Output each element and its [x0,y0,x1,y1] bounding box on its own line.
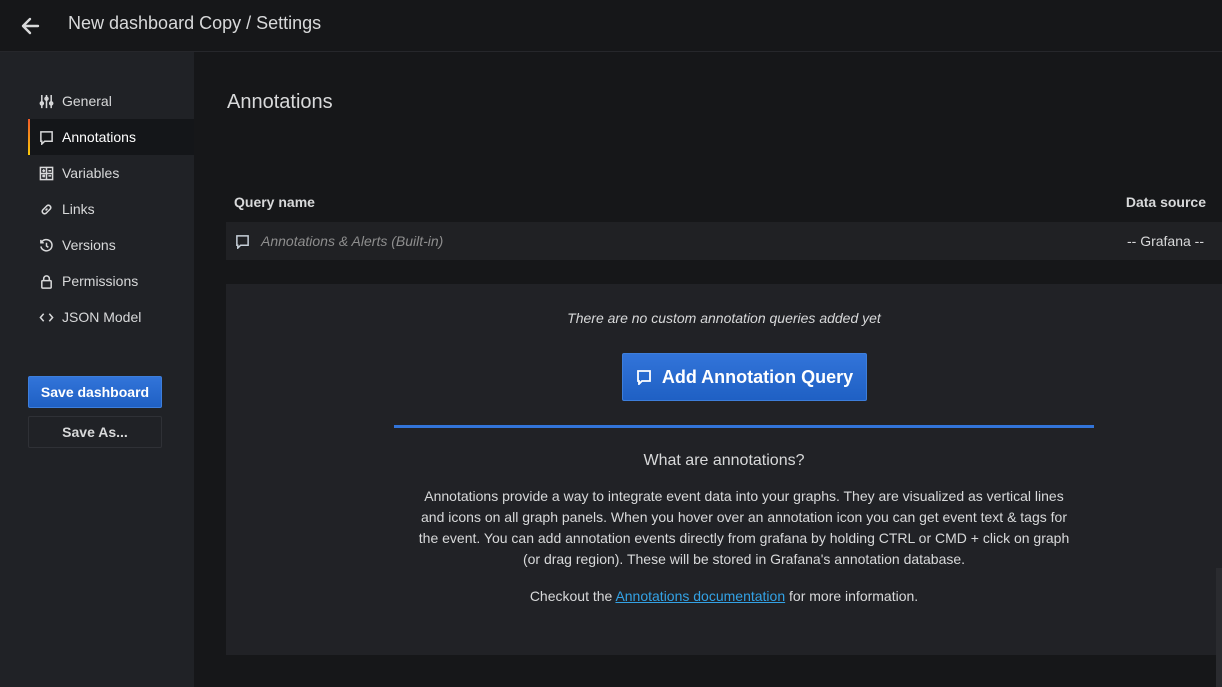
sidebar-item-versions[interactable]: Versions [28,227,194,263]
page-title: Annotations [227,91,333,113]
sliders-icon [38,93,54,109]
sidebar-item-label: Variables [62,165,120,181]
back-button[interactable] [0,0,60,52]
help-more-prefix: Checkout the [529,588,616,604]
save-as-button[interactable]: Save As... [28,416,162,448]
main-content: Annotations Query name Data source Annot… [194,52,1222,687]
query-name: Annotations & Alerts (Built-in) [261,233,444,249]
sidebar-item-label: General [62,93,112,109]
settings-sidebar: General Annotations Variables Links Vers… [0,52,194,687]
comment-icon [38,129,54,145]
arrow-left-icon [21,17,40,34]
sidebar-item-annotations[interactable]: Annotations [28,119,194,155]
sidebar-item-permissions[interactable]: Permissions [28,263,194,299]
comment-icon [636,370,651,385]
table-row[interactable]: Annotations & Alerts (Built-in) -- Grafa… [226,222,1222,260]
column-header-data-source: Data source [1125,194,1206,210]
column-header-query-name: Query name [234,194,315,210]
help-text: Annotations provide a way to integrate e… [418,488,1070,567]
history-icon [38,237,54,253]
annotations-documentation-link[interactable]: Annotations documentation [615,588,785,604]
top-bar: New dashboard Copy / Settings [0,0,1222,52]
sidebar-item-label: Annotations [62,129,136,145]
sidebar-item-label: JSON Model [62,309,142,325]
comment-icon [236,234,249,249]
calculator-icon [38,165,54,181]
help-title: What are annotations? [643,452,805,469]
sidebar-item-label: Links [62,201,95,217]
link-icon [38,201,54,217]
sidebar-item-links[interactable]: Links [28,191,194,227]
lock-icon [38,273,54,289]
code-icon [38,309,54,325]
scrollbar[interactable] [1216,568,1222,687]
settings-nav: General Annotations Variables Links Vers… [28,83,194,335]
help-more-info: Checkout the Annotations documentation f… [226,588,1222,604]
empty-message: There are no custom annotation queries a… [567,310,881,326]
sidebar-item-variables[interactable]: Variables [28,155,194,191]
help-more-suffix: for more information. [785,588,919,604]
sidebar-item-label: Versions [62,237,116,253]
sidebar-item-general[interactable]: General [28,83,194,119]
query-datasource: -- Grafana -- [1126,233,1204,249]
sidebar-item-label: Permissions [62,273,139,289]
save-dashboard-button[interactable]: Save dashboard [28,376,162,408]
add-annotation-query-button[interactable]: Add Annotation Query [622,353,867,401]
empty-state-panel: There are no custom annotation queries a… [226,284,1222,655]
add-annotation-query-label: Add Annotation Query [661,366,854,387]
divider [394,425,1094,428]
page-breadcrumb-title: New dashboard Copy / Settings [68,13,322,33]
sidebar-item-json-model[interactable]: JSON Model [28,299,194,335]
